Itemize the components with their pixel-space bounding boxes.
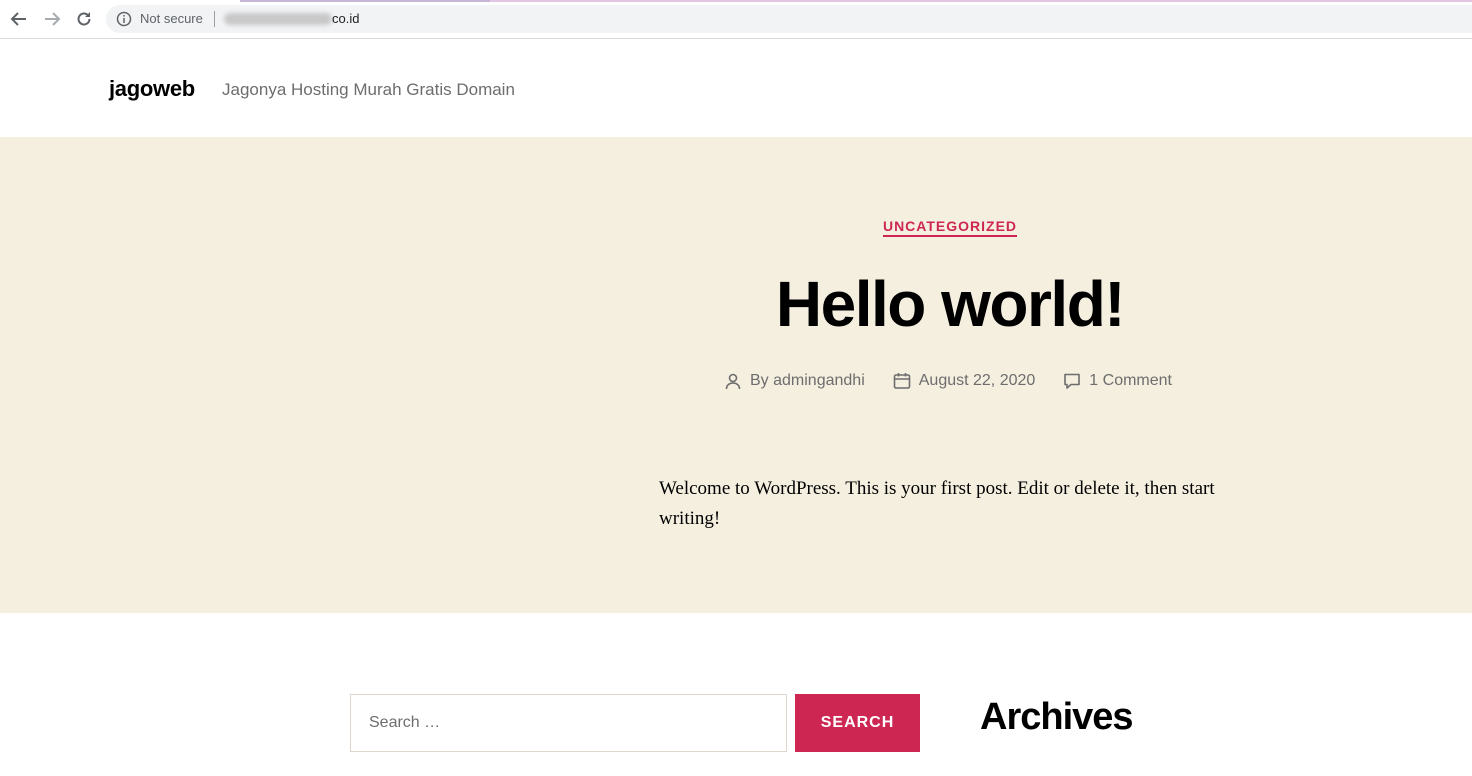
calendar-icon bbox=[893, 373, 911, 389]
comments-label[interactable]: 1 Comment bbox=[1089, 372, 1172, 390]
address-bar[interactable]: Not secure co.id bbox=[106, 5, 1472, 33]
site-description: Jagonya Hosting Murah Gratis Domain bbox=[222, 80, 515, 99]
post-title[interactable]: Hello world! bbox=[0, 267, 1472, 341]
person-icon bbox=[725, 373, 741, 390]
post-meta: By admingandhi August 22, 2020 1 Comment bbox=[724, 371, 1200, 391]
post-comments[interactable]: 1 Comment bbox=[1063, 372, 1172, 390]
tab-strip-edge bbox=[490, 0, 1472, 2]
archives-heading: Archives bbox=[980, 696, 1134, 738]
url-text: co.id bbox=[332, 11, 360, 26]
post-category: UNCATEGORIZED bbox=[0, 218, 1472, 237]
comment-icon bbox=[1064, 373, 1081, 389]
post-author[interactable]: By admingandhi bbox=[724, 372, 865, 390]
category-link[interactable]: UNCATEGORIZED bbox=[882, 218, 1018, 237]
tab-indicator bbox=[240, 0, 490, 2]
info-icon[interactable] bbox=[116, 11, 132, 32]
reload-icon[interactable] bbox=[73, 8, 95, 30]
redacted-domain bbox=[224, 13, 332, 25]
security-label: Not secure bbox=[140, 11, 203, 26]
forward-arrow-icon[interactable] bbox=[41, 8, 63, 30]
site-header: jagoweb Jagonya Hosting Murah Gratis Dom… bbox=[0, 39, 1472, 137]
back-arrow-icon[interactable] bbox=[8, 8, 30, 30]
browser-toolbar: Not secure co.id bbox=[0, 0, 1472, 39]
separator bbox=[214, 11, 215, 27]
post-header: UNCATEGORIZED Hello world! By admingandh… bbox=[0, 137, 1472, 613]
post-content: Welcome to WordPress. This is your first… bbox=[659, 478, 1215, 529]
post-date[interactable]: August 22, 2020 bbox=[893, 372, 1036, 390]
search-button[interactable]: SEARCH bbox=[795, 694, 920, 752]
author-label[interactable]: By admingandhi bbox=[750, 372, 865, 390]
search-input[interactable] bbox=[350, 694, 787, 752]
date-label[interactable]: August 22, 2020 bbox=[919, 372, 1036, 390]
site-title[interactable]: jagoweb bbox=[109, 76, 195, 102]
